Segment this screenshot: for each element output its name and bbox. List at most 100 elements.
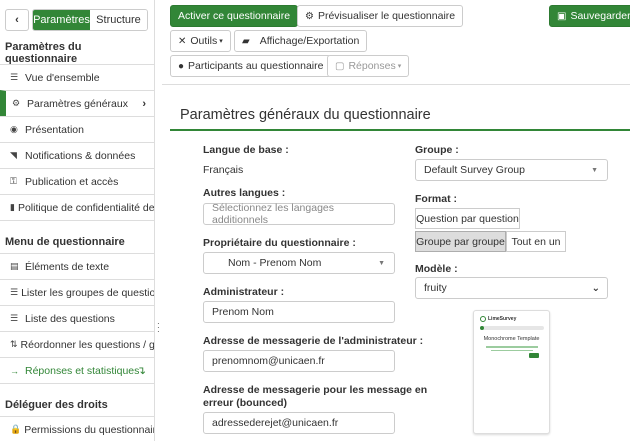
- shield-icon: ▮: [10, 202, 15, 212]
- preview-text-lines: [486, 346, 538, 353]
- gear-icon: ⚙: [305, 10, 314, 22]
- sidebar-item[interactable]: ☰ Liste des questions: [0, 305, 154, 331]
- lock-icon: 🔒: [10, 424, 22, 434]
- limesurvey-logo-icon: [480, 316, 486, 322]
- sidebar-heading: Menu de questionnaire: [5, 236, 125, 248]
- sidebar-top: ‹ Paramètres Structure: [0, 0, 154, 42]
- sidebar-list: 🔒 Permissions du questionnaire: [0, 416, 154, 441]
- template-preview: LimeSurvey Monochrome Template: [473, 310, 550, 434]
- sidebar-item[interactable]: ◉ Présentation: [0, 116, 154, 142]
- sidebar-mode-toggle: Paramètres Structure: [32, 9, 148, 31]
- comments-icon: ▢: [335, 60, 345, 72]
- other-languages-label: Autres langues :: [203, 187, 286, 199]
- sidebar-item-label: Vue d'ensemble: [25, 71, 100, 84]
- sidebar: ‹ Paramètres Structure Paramètres du que…: [0, 0, 155, 441]
- file-text-icon: ▤: [10, 261, 19, 271]
- resize-handle[interactable]: · · ·: [157, 320, 160, 336]
- sidebar-item[interactable]: ⚿ Publication et accès: [0, 168, 154, 194]
- sidebar-item-label: Permissions du questionnaire: [24, 423, 155, 436]
- chevron-right-icon: ›: [142, 97, 146, 110]
- save-label: Sauvegarder: [570, 10, 630, 22]
- preview-line: [486, 346, 538, 348]
- template-label: Modèle :: [415, 263, 458, 275]
- sidebar-item[interactable]: ▤ Éléments de texte: [0, 253, 154, 279]
- list-icon: ☰: [10, 313, 19, 323]
- sidebar-item[interactable]: ◥ Notifications & données: [0, 142, 154, 168]
- sidebar-item-label: Réordonner les questions / grou: [20, 338, 155, 351]
- sidebar-item[interactable]: ☰ Vue d'ensemble: [0, 64, 154, 90]
- sidebar-list: ▤ Éléments de texte ☰ Lister les groupes de…: [0, 253, 154, 384]
- sidebar-item-label: Éléments de texte: [25, 260, 110, 273]
- caret-down-icon: ▾: [397, 63, 402, 70]
- template-select[interactable]: fruity ⌄: [415, 277, 608, 299]
- gears-icon: ⚙: [12, 98, 21, 108]
- tab-parametres[interactable]: Paramètres: [33, 10, 90, 30]
- preview-title: Monochrome Template: [483, 336, 540, 342]
- owner-value: Nom - Prenom Nom: [228, 257, 322, 269]
- preview-progress-bar: [480, 326, 544, 330]
- tab-structure[interactable]: Structure: [90, 10, 147, 30]
- save-button[interactable]: ▣ Sauvegarder: [549, 5, 630, 27]
- base-language-label: Langue de base :: [203, 144, 289, 156]
- sidebar-item[interactable]: → Réponses et statistiques ↴: [0, 357, 154, 383]
- display-export-dropdown[interactable]: ▰ Affichage/Exportation: [234, 30, 368, 52]
- admin-email-input[interactable]: prenomnom@unicaen.fr: [203, 350, 395, 372]
- preview-survey-label: Prévisualiser le questionnaire: [317, 10, 456, 22]
- sidebar-item-label: Lister les groupes de questions: [21, 286, 155, 299]
- preview-survey-button[interactable]: ⚙ Prévisualiser le questionnaire: [297, 5, 464, 27]
- responses-dropdown[interactable]: ▢ Réponses ▾: [327, 55, 410, 77]
- caret-down-icon: ▼: [378, 259, 385, 267]
- other-languages-placeholder: Sélectionnez les langages additionnels: [212, 202, 335, 226]
- admin-email-value: prenomnom@unicaen.fr: [212, 355, 325, 367]
- display-export-label: Affichage/Exportation: [259, 35, 360, 47]
- activate-survey-button[interactable]: Activer ce questionnaire: [170, 5, 299, 27]
- sidebar-item[interactable]: ▮ Politique de confidentialité des d: [0, 194, 154, 220]
- sidebar-item[interactable]: ⚙ Paramètres généraux ›: [0, 90, 154, 116]
- chevron-down-icon: ⌄: [591, 282, 600, 294]
- limesurvey-logo: LimeSurvey: [480, 316, 516, 322]
- group-select[interactable]: Default Survey Group ▼: [415, 159, 608, 181]
- arrow-right-icon: →: [10, 365, 19, 376]
- user-icon: ●: [178, 60, 185, 72]
- responses-label: Réponses: [348, 60, 396, 72]
- preview-progress-fill: [480, 326, 484, 330]
- sidebar-item-label: Publication et accès: [25, 175, 119, 188]
- sidebar-item-label: Liste des questions: [25, 312, 115, 325]
- collapse-sidebar-button[interactable]: ‹: [5, 9, 29, 31]
- base-language-value: Français: [203, 164, 244, 176]
- caret-down-icon: ▾: [219, 38, 223, 45]
- administrator-input[interactable]: Prenom Nom: [203, 301, 395, 323]
- sort-icon: ⇅: [10, 339, 18, 349]
- owner-select[interactable]: Nom - Prenom Nom ▼: [203, 252, 395, 274]
- format-group-by-group[interactable]: Groupe par groupe: [415, 231, 506, 252]
- rss-icon: ◥: [10, 150, 17, 160]
- sidebar-heading: Paramètres du questionnaire: [5, 41, 82, 65]
- wrench-icon: ✕: [178, 35, 187, 47]
- sidebar-list: ☰ Vue d'ensemble ⚙ Paramètres généraux › ◉ Pré…: [0, 64, 154, 221]
- sidebar-item[interactable]: ☰ Lister les groupes de questions: [0, 279, 154, 305]
- bounce-email-input[interactable]: adressederejet@unicaen.fr: [203, 412, 395, 434]
- title-divider: [170, 129, 630, 131]
- tools-dropdown[interactable]: ✕ Outils ▾: [170, 30, 231, 52]
- caret-down-icon: ▼: [591, 166, 598, 174]
- format-all-in-one[interactable]: Tout en un: [506, 231, 566, 252]
- page-title: Paramètres généraux du questionnaire: [180, 107, 431, 123]
- floppy-icon: ▣: [557, 10, 567, 22]
- format-label: Format :: [415, 193, 457, 205]
- toolbar: Activer ce questionnaire ⚙ Prévisualiser …: [162, 0, 630, 85]
- preview-line: [491, 349, 533, 351]
- tools-label: Outils: [190, 35, 218, 47]
- group-label: Groupe :: [415, 144, 459, 156]
- sidebar-item-label: Paramètres généraux: [27, 97, 128, 110]
- template-value: fruity: [424, 282, 447, 294]
- format-question-by-question[interactable]: Question par question: [415, 208, 520, 229]
- other-languages-input[interactable]: Sélectionnez les langages additionnels: [203, 202, 395, 226]
- owner-label: Propriétaire du questionnaire :: [203, 237, 356, 249]
- sidebar-item[interactable]: ⇅Réordonner les questions / grou: [0, 331, 154, 357]
- folder-icon: ▰: [242, 35, 250, 47]
- sidebar-item[interactable]: 🔒 Permissions du questionnaire: [0, 416, 154, 441]
- sidebar-item-label: Politique de confidentialité des d: [17, 201, 155, 214]
- participants-button[interactable]: ● Participants au questionnaire: [170, 55, 332, 77]
